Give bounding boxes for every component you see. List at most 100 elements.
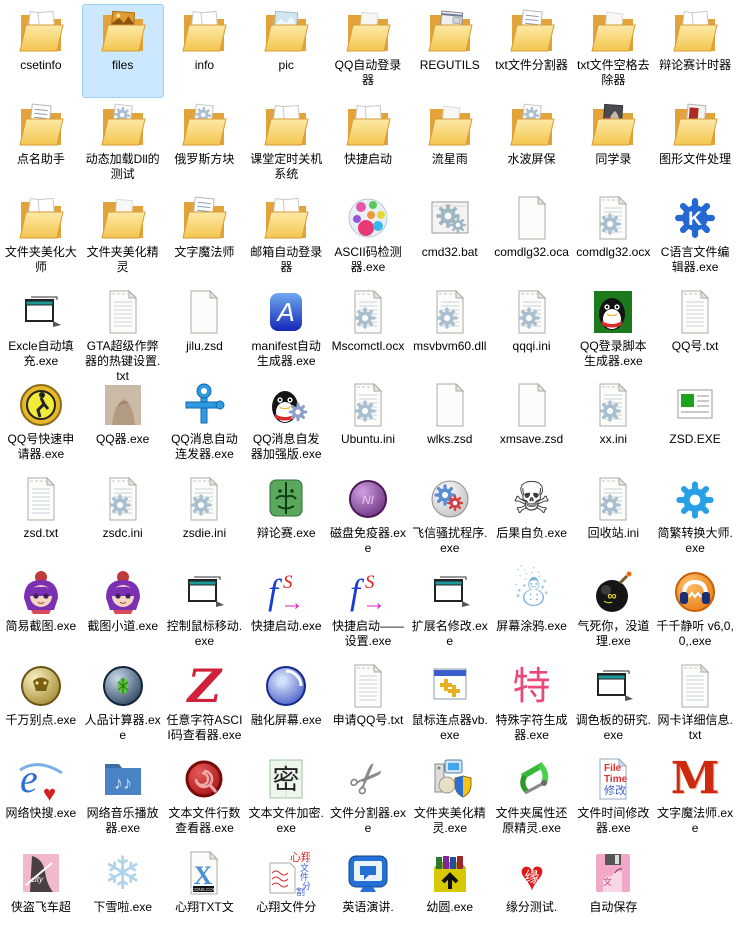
file-item[interactable]: city侠盗飞车超 [0, 846, 82, 939]
file-item[interactable]: QQ自动登录器 [327, 4, 409, 98]
file-item[interactable]: msvbvm60.dll [409, 285, 491, 379]
file-item[interactable]: 融化屏幕.exe [245, 659, 327, 753]
file-item[interactable]: Excle自动填充.exe [0, 285, 82, 379]
file-item[interactable]: 俄罗斯方块 [164, 98, 246, 192]
file-item[interactable]: zsd.txt [0, 472, 82, 566]
file-item[interactable]: 文件夹属性还原精灵.exe [491, 752, 573, 846]
file-item[interactable]: ASCII码检测器.exe [327, 191, 409, 285]
file-item[interactable]: 辩论赛计时器 [654, 4, 736, 98]
monitor-blue-icon [344, 849, 392, 897]
file-item[interactable]: 幼圆.exe [409, 846, 491, 939]
file-item[interactable]: comdlg32.ocx [572, 191, 654, 285]
file-label: 文件时间修改器.exe [574, 806, 652, 836]
app-a-icon: A [262, 288, 310, 336]
file-item[interactable]: ❄下雪啦.exe [82, 846, 164, 939]
file-item[interactable]: 鼠标连点器vb.exe [409, 659, 491, 753]
file-item[interactable]: Z任意字符ASCII码查看器.exe [164, 659, 246, 753]
file-item[interactable]: wlks.zsd [409, 378, 491, 472]
file-item[interactable]: jilu.zsd [164, 285, 246, 379]
file-item[interactable]: QQ消息自发器加强版.exe [245, 378, 327, 472]
file-item[interactable]: 申请QQ号.txt [327, 659, 409, 753]
file-item[interactable]: qqqi.ini [491, 285, 573, 379]
file-item[interactable]: info [164, 4, 246, 98]
file-item[interactable]: 文本文件行数查看器.exe [164, 752, 246, 846]
file-item[interactable]: 千千静听 v6,0,0,.exe [654, 565, 736, 659]
file-item[interactable]: XICONS.COM心翔TXT文 [164, 846, 246, 939]
file-item[interactable]: zsdie.ini [164, 472, 246, 566]
file-item[interactable]: QQ登录脚本生成器.exe [572, 285, 654, 379]
folder-doc-icon [17, 194, 65, 242]
file-item[interactable]: QQ消息自动连发器.exe [164, 378, 246, 472]
file-item[interactable]: 截图小道.exe [82, 565, 164, 659]
file-item[interactable]: 密文本文件加密.exe [245, 752, 327, 846]
file-item[interactable]: 水波屏保 [491, 98, 573, 192]
file-item[interactable]: M文字魔法师.exe [654, 752, 736, 846]
file-item[interactable]: ☠后果自负.exe [491, 472, 573, 566]
file-item[interactable]: 简易截图.exe [0, 565, 82, 659]
file-item[interactable]: 回收站.ini [572, 472, 654, 566]
file-item[interactable]: zsdc.ini [82, 472, 164, 566]
file-item[interactable]: 千万别点.exe [0, 659, 82, 753]
file-item[interactable]: Ubuntu.ini [327, 378, 409, 472]
file-item[interactable]: 课堂定时关机系统 [245, 98, 327, 192]
file-item[interactable]: QQ号快速申请器.exe [0, 378, 82, 472]
file-item[interactable]: Mscomctl.ocx [327, 285, 409, 379]
file-item[interactable]: csetinfo [0, 4, 82, 98]
file-item[interactable]: 文自动保存 [572, 846, 654, 939]
file-item[interactable]: Amanifest自动生成器.exe [245, 285, 327, 379]
file-item[interactable]: ✂文件分割器.exe [327, 752, 409, 846]
kde-gear-icon: K [671, 194, 719, 242]
file-item[interactable]: e♥网络快搜.exe [0, 752, 82, 846]
file-item[interactable]: KC语言文件编辑器.exe [654, 191, 736, 285]
headphones-icon [671, 568, 719, 616]
file-item[interactable]: cmd32.bat [409, 191, 491, 285]
file-item[interactable]: 调色板的研究.exe [572, 659, 654, 753]
file-item[interactable]: GTA超级作弊器的热键设置.txt [82, 285, 164, 379]
file-item[interactable]: 动态加载Dll的测试 [82, 98, 164, 192]
file-item[interactable]: 图形文件处理 [654, 98, 736, 192]
file-item[interactable]: files [82, 4, 164, 98]
file-item[interactable]: 心翔文件分割心翔文件分 [245, 846, 327, 939]
file-item[interactable]: ☃屏幕涂鸦.exe [491, 565, 573, 659]
file-item[interactable]: NI磁盘免疫器.exe [327, 472, 409, 566]
file-item[interactable]: QQ号.txt [654, 285, 736, 379]
file-item[interactable]: xx.ini [572, 378, 654, 472]
file-item[interactable]: QQ器.exe [82, 378, 164, 472]
file-item[interactable]: 网卡详细信息.txt [654, 659, 736, 753]
file-item[interactable]: 控制鼠标移动.exe [164, 565, 246, 659]
file-item[interactable]: FileTime修改文件时间修改器.exe [572, 752, 654, 846]
file-item[interactable]: comdlg32.oca [491, 191, 573, 285]
file-item[interactable]: 文件夹美化精灵 [82, 191, 164, 285]
file-item[interactable]: pic [245, 4, 327, 98]
file-item[interactable]: 同学录 [572, 98, 654, 192]
file-item[interactable]: 飞信骚扰程序.exe [409, 472, 491, 566]
file-item[interactable]: fS→快捷启动.exe [245, 565, 327, 659]
file-item[interactable]: 流星雨 [409, 98, 491, 192]
file-item[interactable]: 邮箱自动登录器 [245, 191, 327, 285]
file-item[interactable]: 扩展名修改.exe [409, 565, 491, 659]
file-item[interactable]: REGUTILS [409, 4, 491, 98]
file-label: txt文件空格去除器 [574, 58, 652, 88]
file-label: msvbvm60.dll [413, 339, 486, 354]
file-item[interactable]: 文字魔法师 [164, 191, 246, 285]
file-item[interactable]: txt文件空格去除器 [572, 4, 654, 98]
file-item[interactable]: 辩论赛.exe [245, 472, 327, 566]
file-item[interactable]: 简繁转换大师.exe [654, 472, 736, 566]
file-item[interactable]: xmsave.zsd [491, 378, 573, 472]
file-item[interactable]: 特特殊字符生成器.exe [491, 659, 573, 753]
file-label: QQ器.exe [96, 432, 149, 447]
file-item[interactable]: 人品计算器.exe [82, 659, 164, 753]
file-item[interactable]: 文件夹美化大师 [0, 191, 82, 285]
file-item[interactable]: ♥缘缘分测试. [491, 846, 573, 939]
file-item[interactable]: 文件夹美化精灵.exe [409, 752, 491, 846]
file-item[interactable]: ∞气死你，没道理.exe [572, 565, 654, 659]
file-item[interactable]: 点名助手 [0, 98, 82, 192]
file-item[interactable]: 英语演讲. [327, 846, 409, 939]
file-item[interactable]: txt文件分割器 [491, 4, 573, 98]
anime-girl-icon [17, 568, 65, 616]
file-item[interactable]: ♪♪网络音乐播放器.exe [82, 752, 164, 846]
file-item[interactable]: fS→快捷启动——设置.exe [327, 565, 409, 659]
doc-text-icon [17, 475, 65, 523]
file-item[interactable]: ZSD.EXE [654, 378, 736, 472]
file-item[interactable]: 快捷启动 [327, 98, 409, 192]
